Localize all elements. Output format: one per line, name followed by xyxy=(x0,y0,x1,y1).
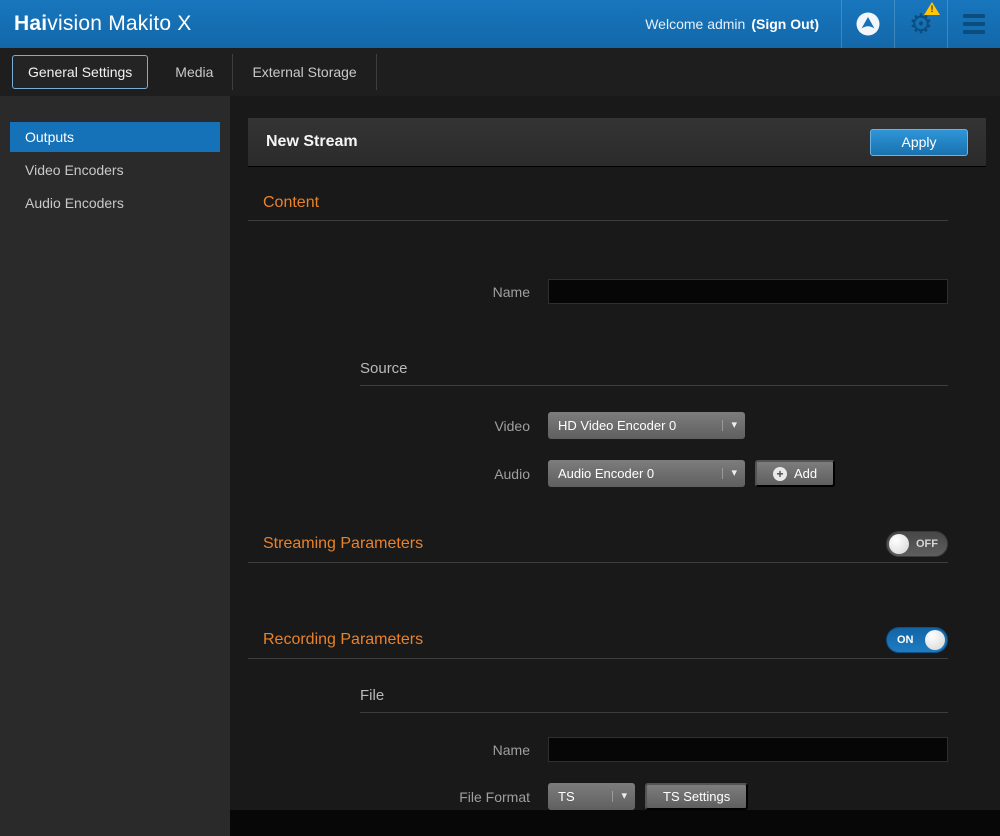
brand-logo: Haivision Makito X xyxy=(14,12,192,36)
file-name-input[interactable] xyxy=(548,737,948,762)
sidebar-item-outputs[interactable]: Outputs xyxy=(10,122,220,152)
welcome-text: Welcome admin xyxy=(645,16,745,32)
admin-settings-button[interactable]: ⚙ ! xyxy=(894,0,947,48)
main-panel: New Stream Apply Content Name Source Vid… xyxy=(230,96,1000,836)
file-format-select[interactable]: TS ▾ xyxy=(548,783,635,810)
recording-section-title: Recording Parameters xyxy=(263,631,423,649)
content-section-title: Content xyxy=(263,194,986,212)
warning-mark: ! xyxy=(924,4,940,14)
file-title: File xyxy=(360,687,986,704)
divider xyxy=(248,220,948,221)
audio-source-value: Audio Encoder 0 xyxy=(558,466,654,481)
chevron-down-icon: ▾ xyxy=(722,420,737,431)
plus-icon: + xyxy=(773,467,787,481)
sidebar-item-audio-encoders[interactable]: Audio Encoders xyxy=(10,188,220,218)
sidebar-item-video-encoders[interactable]: Video Encoders xyxy=(10,155,220,185)
haivision-circle-icon xyxy=(855,11,881,37)
chevron-down-icon: ▾ xyxy=(722,468,737,479)
topbar: Haivision Makito X Welcome admin (Sign O… xyxy=(0,0,1000,48)
brand-product: Makito X xyxy=(102,12,191,35)
toggle-state-label: ON xyxy=(897,634,914,646)
tab-external-storage[interactable]: External Storage xyxy=(233,54,376,90)
video-label: Video xyxy=(248,418,530,434)
ts-settings-button[interactable]: TS Settings xyxy=(645,783,748,810)
toggle-state-label: OFF xyxy=(916,538,938,550)
bottom-strip xyxy=(230,810,1000,836)
audio-source-select[interactable]: Audio Encoder 0 ▾ xyxy=(548,460,745,487)
streaming-section-title: Streaming Parameters xyxy=(263,535,423,553)
source-title: Source xyxy=(360,360,986,377)
file-subsection: File xyxy=(360,687,986,713)
sign-out-link[interactable]: (Sign Out) xyxy=(751,16,819,32)
topbar-right: Welcome admin (Sign Out) ⚙ ! xyxy=(645,0,1000,48)
page-body: Outputs Video Encoders Audio Encoders Ne… xyxy=(0,96,1000,836)
divider xyxy=(248,658,948,659)
file-format-row: File Format TS ▾ TS Settings xyxy=(248,783,986,810)
add-audio-button[interactable]: + Add xyxy=(755,460,835,487)
streaming-section-header: Streaming Parameters OFF xyxy=(248,531,948,557)
toggle-knob xyxy=(925,630,945,650)
video-source-select[interactable]: HD Video Encoder 0 ▾ xyxy=(548,412,745,439)
menu-button[interactable] xyxy=(947,0,1000,48)
haivision-status-button[interactable] xyxy=(841,0,894,48)
recording-section-header: Recording Parameters ON xyxy=(248,627,948,653)
tab-bar: General Settings Media External Storage xyxy=(0,48,1000,96)
add-button-label: Add xyxy=(794,466,817,481)
warning-icon: ! xyxy=(924,2,940,16)
stream-name-input[interactable] xyxy=(548,279,948,304)
file-name-label: Name xyxy=(248,742,530,758)
divider xyxy=(360,712,948,713)
main-content: New Stream Apply Content Name Source Vid… xyxy=(230,96,1000,810)
ts-settings-label: TS Settings xyxy=(663,789,730,804)
brand-vision: vision xyxy=(47,12,102,35)
chevron-down-icon: ▾ xyxy=(612,791,627,802)
file-format-value: TS xyxy=(558,789,575,804)
source-subsection: Source xyxy=(360,360,986,386)
streaming-toggle[interactable]: OFF xyxy=(886,531,948,557)
stream-header: New Stream Apply xyxy=(248,118,986,166)
sidebar: Outputs Video Encoders Audio Encoders xyxy=(0,96,230,836)
apply-button[interactable]: Apply xyxy=(870,129,968,156)
hamburger-icon xyxy=(963,14,985,34)
name-label: Name xyxy=(248,284,530,300)
divider xyxy=(248,562,948,563)
audio-source-row: Audio Audio Encoder 0 ▾ + Add xyxy=(248,460,986,487)
video-source-value: HD Video Encoder 0 xyxy=(558,418,676,433)
tab-media[interactable]: Media xyxy=(156,54,233,90)
file-format-label: File Format xyxy=(248,789,530,805)
audio-label: Audio xyxy=(248,466,530,482)
divider xyxy=(360,385,948,386)
video-source-row: Video HD Video Encoder 0 ▾ xyxy=(248,412,986,439)
tab-general-settings[interactable]: General Settings xyxy=(12,55,148,89)
toggle-knob xyxy=(889,534,909,554)
brand-hai: Hai xyxy=(14,12,47,35)
recording-toggle[interactable]: ON xyxy=(886,627,948,653)
stream-name-row: Name xyxy=(248,279,986,304)
file-name-row: Name xyxy=(248,737,986,762)
page-title: New Stream xyxy=(266,133,358,151)
